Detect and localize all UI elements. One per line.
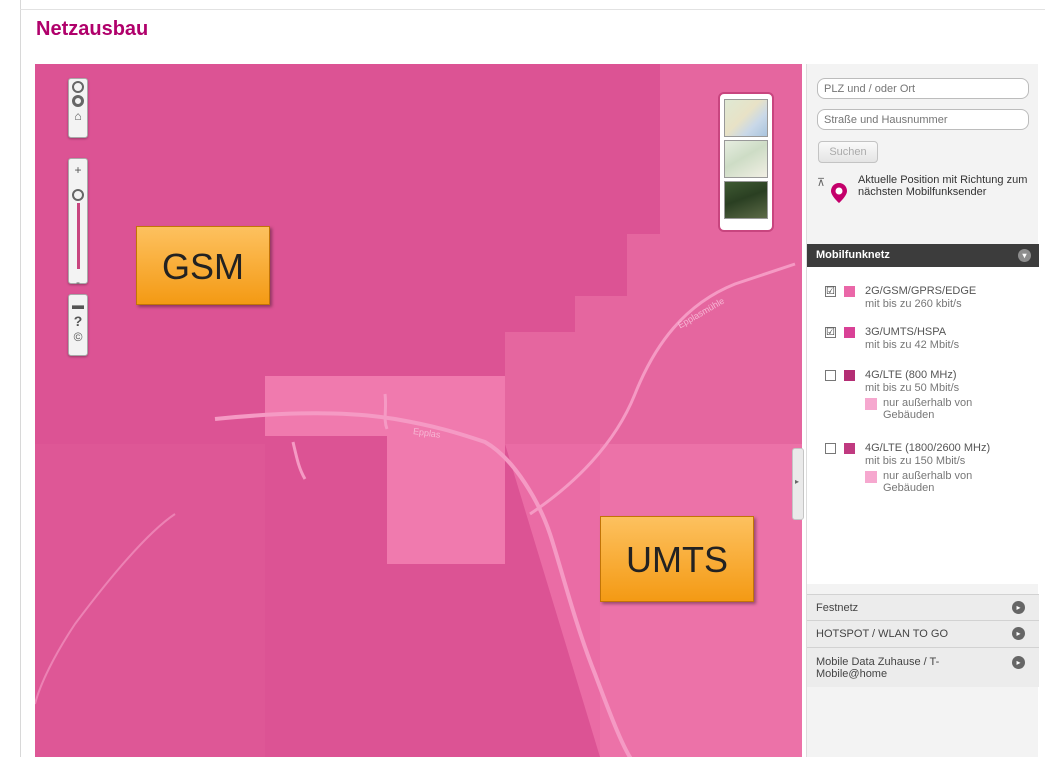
accordion-label: Mobile Data Zuhause / T-Mobile@home [816, 656, 940, 680]
note-text: nur außerhalb von Gebäuden [883, 470, 973, 494]
umts-coverage-block [387, 436, 505, 564]
zoom-in-button[interactable]: + [69, 163, 87, 177]
page: Netzausbau Epplas Epplasmühle ⌂ + - ▬ ? … [0, 0, 1045, 757]
section-collapse-icon[interactable]: ▾ [1018, 249, 1031, 262]
accordion-hotspot[interactable]: HOTSPOT / WLAN TO GO ▸ [807, 620, 1039, 647]
note-swatch [865, 398, 877, 410]
copyright-icon[interactable]: © [69, 330, 87, 344]
network-speed-2g: mit bis zu 260 kbit/s [865, 298, 962, 310]
satellite-layer-icon[interactable] [724, 181, 768, 219]
tool-control-panel: ▬ ? © [68, 294, 88, 356]
section-title: Mobilfunknetz [816, 249, 890, 261]
color-swatch-4g-1800 [844, 443, 855, 454]
search-button[interactable]: Suchen [818, 141, 878, 163]
zoom-control: + - [68, 158, 88, 289]
collapse-arrow-icon: ▸ [795, 477, 800, 486]
accordion-label: Festnetz [816, 602, 859, 614]
section-header-mobilfunknetz[interactable]: Mobilfunknetz ▾ [807, 244, 1039, 267]
checkbox-4g-800[interactable] [825, 370, 836, 381]
network-label-3g: 3G/UMTS/HSPA [865, 326, 947, 338]
expand-arrow-icon[interactable]: ▸ [1012, 627, 1025, 640]
color-swatch-3g [844, 327, 855, 338]
nav-control-panel: ⌂ [68, 78, 88, 138]
checkbox-3g[interactable]: ☑ [825, 327, 836, 338]
page-title: Netzausbau [36, 18, 149, 40]
checkbox-2g[interactable]: ☑ [825, 286, 836, 297]
current-position-text[interactable]: Aktuelle Position mit Richtung zum nächs… [858, 174, 1033, 198]
section-body-mobilfunknetz: ☑ 2G/GSM/GPRS/EDGE mit bis zu 260 kbit/s… [807, 267, 1039, 584]
network-speed-4g-800: mit bis zu 50 Mbit/s [865, 382, 960, 394]
zoom-slider-track[interactable] [76, 203, 80, 269]
umts-annotation: UMTS [600, 516, 754, 602]
layer-switcher [720, 94, 772, 230]
note-text: nur außerhalb von Gebäuden [883, 397, 973, 421]
network-label-4g-800: 4G/LTE (800 MHz) [865, 369, 957, 381]
color-swatch-2g [844, 286, 855, 297]
terrain-layer-icon[interactable] [724, 140, 768, 178]
street-search-input[interactable] [817, 109, 1029, 130]
expand-arrow-icon[interactable]: ▸ [1012, 656, 1025, 669]
antenna-icon: ⊼ [817, 177, 826, 189]
network-speed-4g-1800: mit bis zu 150 Mbit/s [865, 455, 966, 467]
accordion-mobile-data[interactable]: Mobile Data Zuhause / T-Mobile@home ▸ [807, 647, 1039, 687]
location-pin-icon[interactable] [829, 182, 849, 204]
color-swatch-4g-800 [844, 370, 855, 381]
left-border [20, 0, 21, 757]
checkbox-4g-1800[interactable] [825, 443, 836, 454]
pan-icon[interactable] [72, 81, 84, 93]
network-speed-3g: mit bis zu 42 Mbit/s [865, 339, 960, 351]
expand-arrow-icon[interactable]: ▸ [1012, 601, 1025, 614]
locate-icon[interactable] [72, 95, 84, 107]
coverage-map-canvas[interactable] [35, 64, 802, 757]
accordion-label: HOTSPOT / WLAN TO GO [816, 628, 949, 640]
zoom-out-button[interactable]: - [69, 275, 87, 289]
home-icon[interactable]: ⌂ [69, 109, 87, 123]
location-search-input[interactable] [817, 78, 1029, 99]
coverage-map[interactable]: Epplas Epplasmühle [35, 64, 802, 757]
network-label-4g-1800: 4G/LTE (1800/2600 MHz) [865, 442, 991, 454]
help-icon[interactable]: ? [69, 314, 87, 328]
gsm-annotation: GSM [136, 226, 270, 305]
gsm-coverage-shade [35, 444, 265, 757]
network-label-2g: 2G/GSM/GPRS/EDGE [865, 285, 977, 297]
panel-collapse-handle[interactable]: ▸ [792, 448, 804, 520]
note-swatch [865, 471, 877, 483]
side-panel: Suchen ⊼ Aktuelle Position mit Richtung … [806, 64, 1039, 757]
road [383, 393, 389, 430]
zoom-slider-knob[interactable] [72, 189, 84, 201]
print-icon[interactable]: ▬ [69, 298, 87, 312]
map-layer-icon[interactable] [724, 99, 768, 137]
accordion-festnetz[interactable]: Festnetz ▸ [807, 594, 1039, 620]
top-divider [20, 9, 1045, 10]
